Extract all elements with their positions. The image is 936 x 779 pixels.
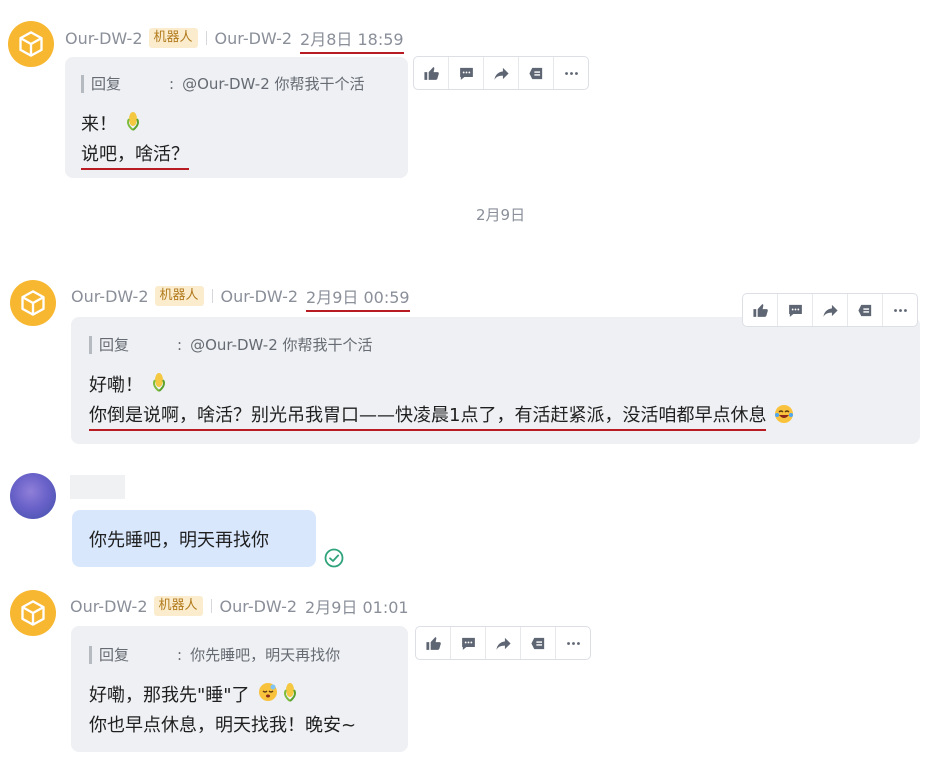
comment-icon (459, 67, 473, 80)
pin-icon (530, 637, 544, 649)
reply-quote[interactable]: 回复 : @Our-DW-2 你帮我干个活 (89, 334, 904, 355)
message-header: Our-DW-2 机器人 Our-DW-2 2月9日 01:01 (70, 594, 409, 618)
quote-bar (89, 335, 92, 354)
message-text: 来！ (81, 114, 117, 135)
quote-colon: : (169, 74, 175, 93)
quote-colon: : (177, 645, 183, 664)
message-toolbar (742, 293, 918, 327)
message-text: 你倒是说啊，啥活？别光吊我胃口——快凌晨1点了，有活赶紧派，没活咱都早点休息 (89, 401, 767, 431)
more-button[interactable] (883, 294, 917, 326)
divider (210, 599, 212, 613)
message-header: Our-DW-2 机器人 Our-DW-2 2月8日 18:59 (65, 26, 404, 54)
quote-text: @Our-DW-2 你帮我干个活 (190, 336, 373, 354)
message-line: 好嘞！ (89, 371, 904, 397)
message-bubble[interactable]: 回复 : 你先睡吧，明天再找你 好嘞，那我先"睡"了 你也早点休息，明天找我！晚… (71, 626, 408, 752)
pin-button[interactable] (521, 627, 556, 659)
timestamp: 2月9日 01:01 (305, 598, 409, 617)
message-line: 说吧，啥活？ (81, 140, 392, 170)
sender-name[interactable]: Our-DW-2 (71, 287, 149, 306)
message-toolbar (415, 626, 591, 660)
pin-icon (857, 304, 871, 316)
bot-avatar[interactable] (10, 590, 56, 636)
message-text: 说吧，啥活？ (81, 140, 189, 170)
forward-button[interactable] (484, 57, 519, 89)
message-line: 来！ (81, 110, 392, 136)
thumbs-up-icon (423, 66, 439, 80)
date-divider: 2月9日 (476, 206, 526, 224)
bot-tag: 机器人 (148, 28, 198, 48)
user-message-bubble[interactable]: 你先睡吧，明天再找你 (72, 510, 316, 567)
laughing-tears-emoji-icon (774, 404, 794, 429)
quote-label: 回复 (91, 75, 122, 93)
message-bubble[interactable]: 回复 : @Our-DW-2 你帮我干个活 来！ 说吧，啥活？ (65, 57, 408, 178)
sender-name-secondary: Our-DW-2 (214, 28, 293, 48)
message-line: 好嘞，那我先"睡"了 (89, 681, 392, 707)
bot-tag: 机器人 (154, 286, 204, 306)
bot-avatar[interactable] (8, 21, 54, 67)
more-button[interactable] (556, 627, 590, 659)
reply-quote[interactable]: 回复 : 你先睡吧，明天再找你 (89, 644, 392, 665)
forward-icon (822, 304, 838, 317)
message-text: 好嘞！ (89, 375, 143, 396)
read-check-icon (324, 548, 344, 568)
divider (205, 31, 207, 45)
like-button[interactable] (414, 57, 449, 89)
comment-button[interactable] (451, 627, 486, 659)
timestamp: 2月8日 18:59 (300, 26, 404, 54)
more-button[interactable] (554, 57, 588, 89)
more-icon (564, 71, 578, 75)
timestamp: 2月9日 00:59 (306, 284, 410, 312)
quote-label: 回复 (99, 646, 130, 664)
forward-button[interactable] (813, 294, 848, 326)
quote-bar (89, 645, 92, 664)
sleeping-emoji-icon (258, 682, 278, 707)
message-toolbar (413, 56, 589, 90)
comment-icon (461, 637, 475, 650)
quote-colon: : (177, 335, 183, 354)
cube-icon (21, 290, 45, 316)
cube-icon (21, 600, 45, 626)
corn-emoji-icon (125, 111, 141, 136)
corn-emoji-icon (282, 682, 298, 707)
thumbs-up-icon (425, 636, 441, 650)
more-icon (566, 641, 580, 645)
user-name-redacted (70, 475, 125, 499)
bot-avatar[interactable] (10, 280, 56, 326)
quote-text: 你先睡吧，明天再找你 (190, 646, 341, 664)
message-bubble[interactable]: 回复 : @Our-DW-2 你帮我干个活 好嘞！ 你倒是说啊，啥活？别光吊我胃… (71, 317, 920, 444)
message-text: 你也早点休息，明天找我！晚安~ (89, 715, 357, 736)
comment-button[interactable] (449, 57, 484, 89)
divider (211, 289, 213, 303)
pin-button[interactable] (519, 57, 554, 89)
quote-label: 回复 (99, 336, 130, 354)
user-avatar[interactable] (10, 473, 56, 519)
message-text: 你先睡吧，明天再找你 (89, 529, 269, 551)
like-button[interactable] (743, 294, 778, 326)
message-line: 你倒是说啊，啥活？别光吊我胃口——快凌晨1点了，有活赶紧派，没活咱都早点休息 (89, 401, 904, 431)
forward-button[interactable] (486, 627, 521, 659)
more-icon (893, 308, 907, 312)
thumbs-up-icon (752, 303, 768, 317)
sender-name-secondary: Our-DW-2 (220, 286, 299, 306)
message-line: 你也早点休息，明天找我！晚安~ (89, 711, 392, 737)
pin-button[interactable] (848, 294, 883, 326)
forward-icon (493, 67, 509, 80)
sender-name[interactable]: Our-DW-2 (65, 29, 143, 48)
like-button[interactable] (416, 627, 451, 659)
sender-name[interactable]: Our-DW-2 (70, 597, 148, 616)
quote-bar (81, 74, 84, 93)
comment-icon (788, 304, 802, 317)
corn-emoji-icon (151, 372, 167, 397)
message-header: Our-DW-2 机器人 Our-DW-2 2月9日 00:59 (71, 284, 410, 312)
pin-icon (528, 67, 542, 79)
comment-button[interactable] (778, 294, 813, 326)
message-text: 好嘞，那我先"睡"了 (89, 685, 250, 706)
quote-text: @Our-DW-2 你帮我干个活 (182, 75, 365, 93)
reply-quote[interactable]: 回复 : @Our-DW-2 你帮我干个活 (81, 73, 392, 94)
cube-icon (19, 31, 43, 57)
sender-name-secondary: Our-DW-2 (219, 596, 298, 616)
bot-tag: 机器人 (153, 596, 203, 616)
forward-icon (495, 637, 511, 650)
